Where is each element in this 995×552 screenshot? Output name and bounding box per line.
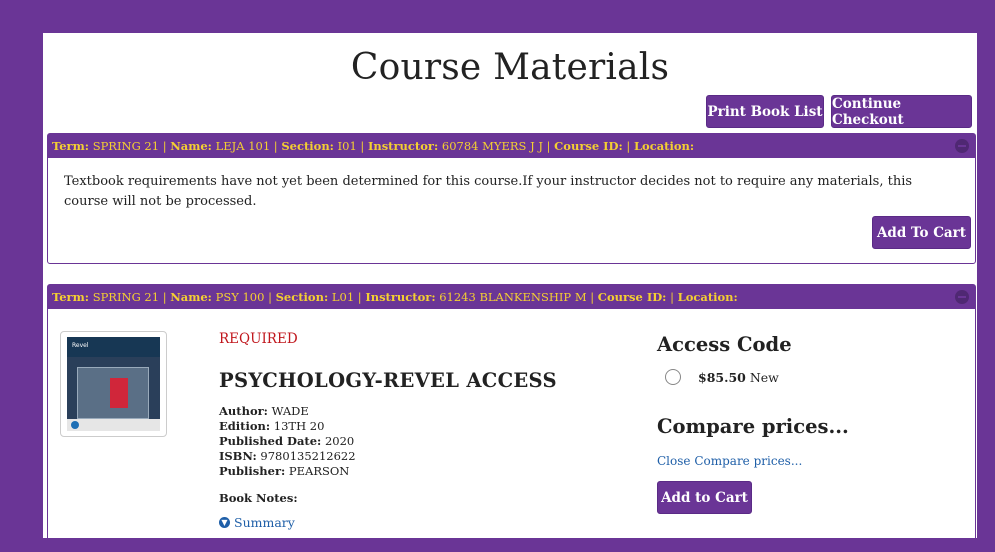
access-code-title: Access Code (657, 333, 792, 356)
book-details: Author: WADE Edition: 13TH 20 Published … (219, 404, 356, 479)
summary-label: Summary (234, 515, 295, 530)
page-title: Course Materials (350, 47, 670, 88)
instructor-label: Instructor: (367, 139, 439, 153)
collapse-icon[interactable] (955, 139, 969, 153)
section-value: I01 (337, 139, 357, 153)
term-label: Term: (52, 139, 90, 153)
requirements-message: Textbook requirements have not yet been … (64, 174, 913, 209)
term-label: Term: (52, 290, 90, 304)
instructor-value: 60784 MYERS J J (441, 139, 543, 153)
price-option-label: $85.50 New (698, 370, 779, 385)
course-materials-page: Course Materials Print Book List Continu… (43, 33, 977, 538)
book-title: PSYCHOLOGY-REVEL ACCESS (219, 369, 557, 392)
close-compare-prices-link[interactable]: Close Compare prices... (657, 454, 802, 468)
add-to-cart-button[interactable]: Add to Cart (657, 481, 752, 514)
section-label: Section: (281, 139, 334, 153)
term-value: SPRING 21 (92, 290, 160, 304)
book-cover-art: Revel (67, 337, 160, 431)
name-value: LEJA 101 (215, 139, 271, 153)
name-label: Name: (170, 290, 212, 304)
condition-label: New (749, 370, 779, 385)
name-label: Name: (170, 139, 212, 153)
collapse-icon[interactable] (955, 290, 969, 304)
chevron-down-icon: ▼ (219, 517, 230, 528)
course-header[interactable]: Term: SPRING 21 | Name: LEJA 101 | Secti… (48, 134, 975, 158)
add-to-cart-button[interactable]: Add To Cart (872, 216, 971, 249)
book-notes-label: Book Notes: (219, 491, 298, 505)
publisher-logo-icon (71, 421, 79, 429)
print-book-list-button[interactable]: Print Book List (706, 95, 824, 128)
course-id-label: Course ID: (597, 290, 667, 304)
edition-row: Edition: 13TH 20 (219, 419, 325, 433)
author-row: Author: WADE (219, 404, 309, 418)
book-cover-image[interactable]: Revel (60, 331, 167, 437)
course-panel-psy-100: Term: SPRING 21 | Name: PSY 100 | Sectio… (47, 284, 976, 538)
location-label: Location: (633, 139, 695, 153)
price-value: $85.50 (698, 370, 746, 385)
course-header[interactable]: Term: SPRING 21 | Name: PSY 100 | Sectio… (48, 285, 975, 309)
continue-checkout-button[interactable]: Continue Checkout (831, 95, 972, 128)
instructor-value: 61243 BLANKENSHIP M (439, 290, 587, 304)
section-value: L01 (331, 290, 355, 304)
term-value: SPRING 21 (92, 139, 160, 153)
course-panel-leja-101: Term: SPRING 21 | Name: LEJA 101 | Secti… (47, 133, 976, 264)
course-id-label: Course ID: (554, 139, 623, 153)
price-option-radio[interactable] (665, 369, 681, 385)
summary-toggle[interactable]: ▼ Summary (219, 515, 295, 530)
instructor-label: Instructor: (365, 290, 436, 304)
required-label: REQUIRED (219, 331, 298, 347)
name-value: PSY 100 (215, 290, 265, 304)
location-label: Location: (677, 290, 738, 304)
cover-brand-text: Revel (72, 342, 89, 349)
compare-prices-title: Compare prices... (657, 415, 849, 438)
isbn-row: ISBN: 9780135212622 (219, 449, 356, 463)
section-label: Section: (275, 290, 329, 304)
published-date-row: Published Date: 2020 (219, 434, 355, 448)
publisher-row: Publisher: PEARSON (219, 464, 350, 478)
